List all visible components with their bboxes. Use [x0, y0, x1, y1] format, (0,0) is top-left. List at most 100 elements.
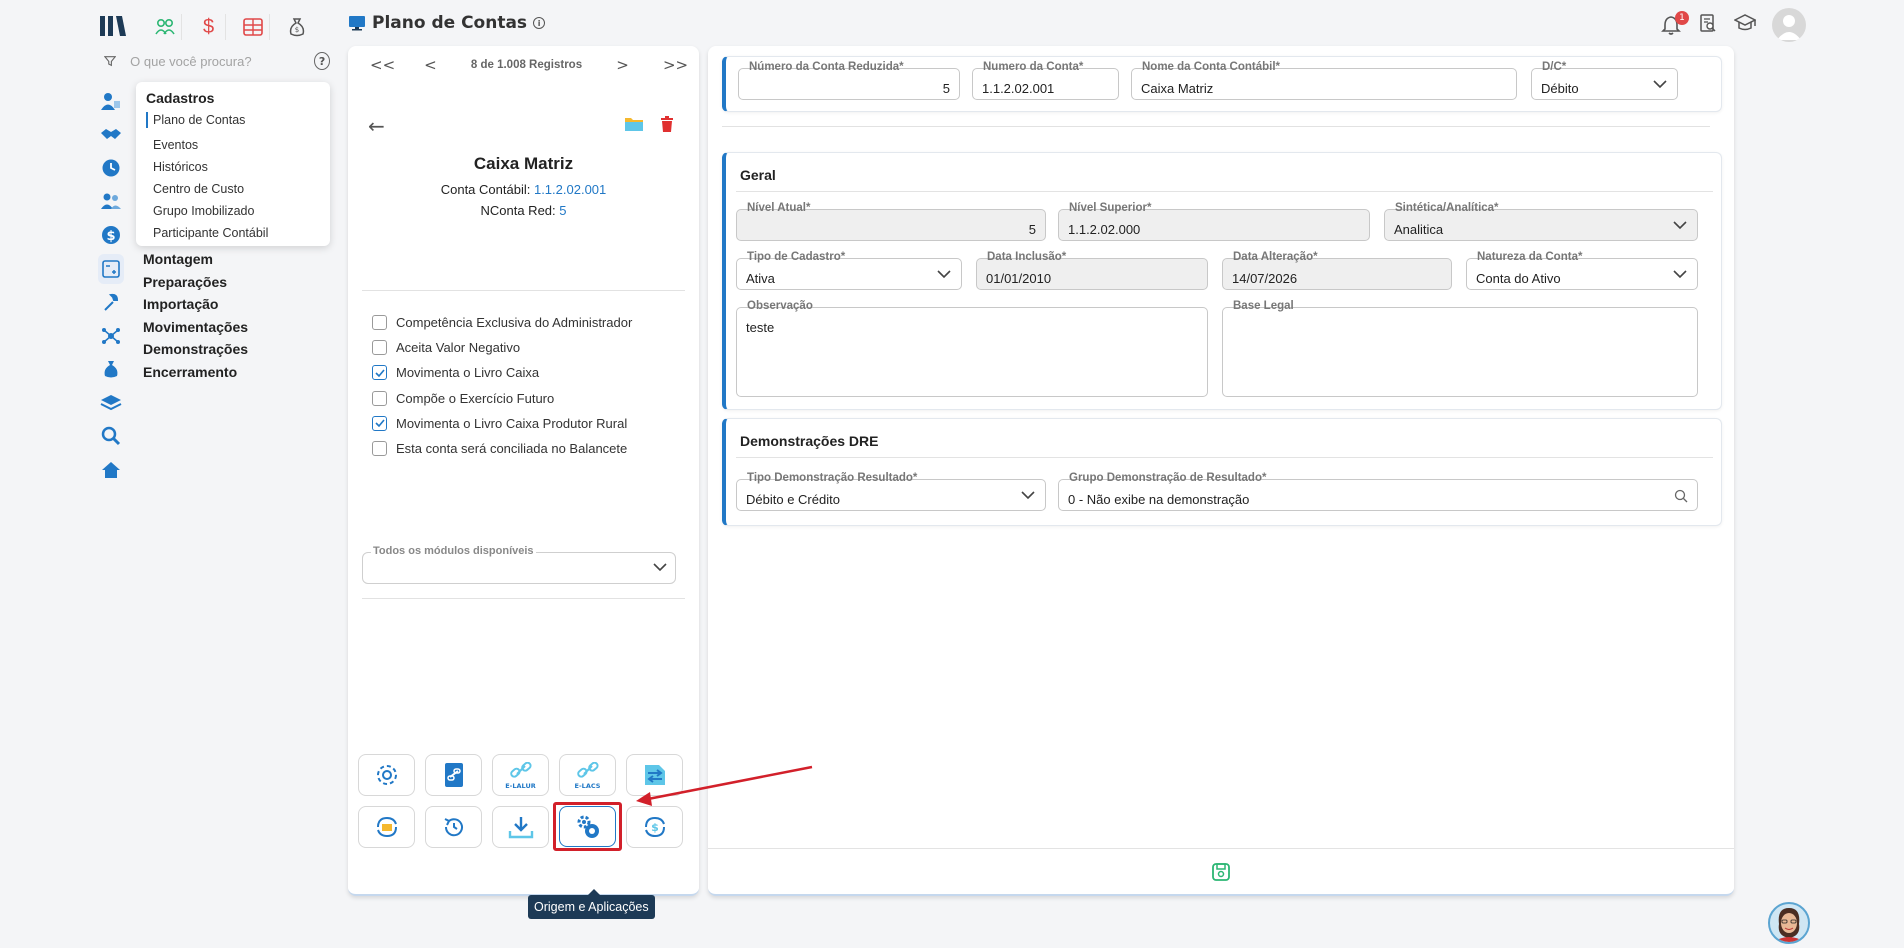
tipo-demonstracao-value: Débito e Crédito [746, 492, 840, 507]
history-tool-button[interactable] [425, 806, 482, 848]
origem-aplicacoes-tool-button[interactable] [553, 802, 622, 851]
sidebar-icon-users[interactable] [98, 185, 124, 219]
checkbox-row[interactable]: Aceita Valor Negativo [372, 335, 632, 360]
checkbox[interactable] [372, 390, 387, 406]
submenu-item-grupo-imobilizado[interactable]: Grupo Imobilizado [146, 200, 320, 222]
user-avatar[interactable] [1772, 8, 1806, 42]
svg-text:$: $ [651, 821, 659, 834]
help-icon[interactable]: ? [314, 52, 330, 70]
submenu-item-eventos[interactable]: Eventos [146, 134, 320, 156]
observacao-textarea[interactable]: Observação teste [736, 300, 1208, 397]
sidebar-item-encerramento[interactable]: Encerramento [143, 361, 248, 384]
people-icon[interactable] [148, 14, 182, 40]
search-icon[interactable] [1674, 489, 1688, 503]
checkbox-row[interactable]: Competência Exclusiva do Administrador [372, 310, 632, 335]
sidebar-icon-bag[interactable] [98, 353, 124, 387]
top-right-actions: 1 [1660, 8, 1806, 42]
e-lacs-tool-button[interactable]: E-LACS [559, 754, 616, 796]
sidebar-icon-network[interactable] [98, 319, 124, 353]
dre-card: Demonstrações DRE Tipo Demonstração Resu… [722, 418, 1722, 526]
grupo-demonstracao-field[interactable]: Grupo Demonstração de Resultado* 0 - Não… [1058, 472, 1698, 511]
settings-tool-button[interactable] [358, 754, 415, 796]
submenu-item-participante-contabil[interactable]: Participante Contábil [146, 222, 320, 244]
tipo-cadastro-select[interactable]: Tipo de Cadastro* Ativa [736, 251, 962, 290]
link-icon [509, 762, 532, 778]
sidebar-icon-handshake[interactable] [98, 118, 124, 152]
sidebar-item-importacao[interactable]: Importação [143, 293, 248, 316]
nivel-atual-label: Nível Atual* [745, 202, 813, 214]
sidebar-item-demonstracoes[interactable]: Demonstrações [143, 338, 248, 361]
checkbox[interactable] [372, 415, 387, 431]
nome-conta-field[interactable]: Nome da Conta Contábil* Caixa Matriz [1131, 61, 1517, 100]
checkbox[interactable] [372, 441, 387, 457]
record-panel: << < 8 de 1.008 Registros > >> ← Caixa M… [348, 46, 699, 919]
prev-record-button[interactable]: < [420, 56, 440, 74]
sync-folder-tool-button[interactable] [358, 806, 415, 848]
dollar-icon[interactable]: $ [192, 14, 226, 40]
e-lalur-tool-button[interactable]: E-LALUR [492, 754, 549, 796]
checkbox-row[interactable]: Compõe o Exercício Futuro [372, 386, 632, 411]
tipo-demonstracao-select[interactable]: Tipo Demonstração Resultado* Débito e Cr… [736, 472, 1046, 511]
graduation-cap-icon[interactable] [1733, 13, 1757, 37]
numero-conta-value: 1.1.2.02.001 [982, 81, 1055, 96]
sidebar-icon-wrench[interactable] [98, 286, 124, 320]
exchange-tool-button[interactable] [626, 754, 683, 796]
app-logo[interactable] [100, 14, 126, 38]
calculator-icon[interactable] [236, 14, 270, 40]
sintetica-value: Analitica [1394, 222, 1444, 237]
sidebar-icons: $ [98, 84, 124, 487]
svg-text:$: $ [106, 229, 115, 244]
sidebar-icon-search[interactable] [98, 420, 124, 454]
tipo-cadastro-label: Tipo de Cadastro* [745, 251, 848, 263]
folder-icon[interactable] [624, 116, 644, 132]
sidebar-icon-user-edit[interactable] [98, 84, 124, 118]
sidebar-icon-dollar[interactable]: $ [98, 218, 124, 252]
checkbox-row[interactable]: Movimenta o Livro Caixa Produtor Rural [372, 411, 632, 436]
bell-icon[interactable]: 1 [1660, 11, 1689, 36]
book-link-tool-button[interactable] [425, 754, 482, 796]
divider [362, 290, 685, 291]
sidebar-item-preparacoes[interactable]: Preparações [143, 271, 248, 294]
reduzida-field[interactable]: Número da Conta Reduzida* 5 [738, 61, 960, 100]
base-legal-textarea[interactable]: Base Legal [1222, 300, 1698, 397]
sidebar-icon-home[interactable] [98, 453, 124, 487]
trash-icon[interactable] [660, 116, 674, 132]
last-record-button[interactable]: >> [663, 56, 688, 74]
first-record-button[interactable]: << [370, 56, 395, 74]
info-icon[interactable]: i [533, 17, 546, 29]
modules-select[interactable]: Todos os módulos disponíveis [362, 545, 676, 584]
submenu-item-centro-de-custo[interactable]: Centro de Custo [146, 178, 320, 200]
nivel-superior-label: Nível Superior* [1067, 202, 1154, 214]
sintetica-analitica-select[interactable]: Sintética/Analítica* Analitica [1384, 202, 1698, 241]
observacao-label: Observação [745, 300, 815, 312]
document-search-icon[interactable] [1698, 13, 1718, 37]
chevron-down-icon [937, 270, 951, 279]
submenu-item-historicos[interactable]: Históricos [146, 156, 320, 178]
checkbox-label: Compõe o Exercício Futuro [396, 390, 555, 406]
checkbox[interactable] [372, 340, 387, 356]
assistant-avatar[interactable] [1768, 902, 1810, 944]
numero-conta-field[interactable]: Numero da Conta* 1.1.2.02.001 [972, 61, 1119, 100]
checkbox-row[interactable]: Esta conta será conciliada no Balancete [372, 436, 632, 461]
sidebar-icon-cadastros[interactable] [98, 253, 124, 284]
natureza-conta-select[interactable]: Natureza da Conta* Conta do Ativo [1466, 251, 1698, 290]
grupo-demonstracao-value: 0 - Não exibe na demonstração [1068, 492, 1250, 507]
sidebar-item-movimentacoes[interactable]: Movimentações [143, 316, 248, 339]
sync-dollar-tool-button[interactable]: $ [626, 806, 683, 848]
filter-icon[interactable] [104, 54, 117, 68]
back-arrow-icon[interactable]: ← [368, 114, 385, 138]
save-icon[interactable] [1211, 862, 1231, 882]
sidebar-icon-clock[interactable] [98, 151, 124, 185]
sidebar-icon-layers[interactable] [98, 386, 124, 420]
nome-conta-value: Caixa Matriz [1141, 81, 1214, 96]
next-record-button[interactable]: > [613, 56, 633, 74]
sidebar-item-montagem[interactable]: Montagem [143, 248, 248, 271]
submenu-item-plano-de-contas[interactable]: Plano de Contas [146, 112, 320, 128]
search-input[interactable] [130, 53, 301, 69]
checkbox-row[interactable]: Movimenta o Livro Caixa [372, 360, 632, 385]
download-tool-button[interactable] [492, 806, 549, 848]
checkbox[interactable] [372, 365, 387, 381]
checkbox[interactable] [372, 315, 387, 331]
dc-select[interactable]: D/C* Débito [1531, 61, 1678, 100]
money-bag-icon[interactable]: $ [280, 14, 314, 40]
